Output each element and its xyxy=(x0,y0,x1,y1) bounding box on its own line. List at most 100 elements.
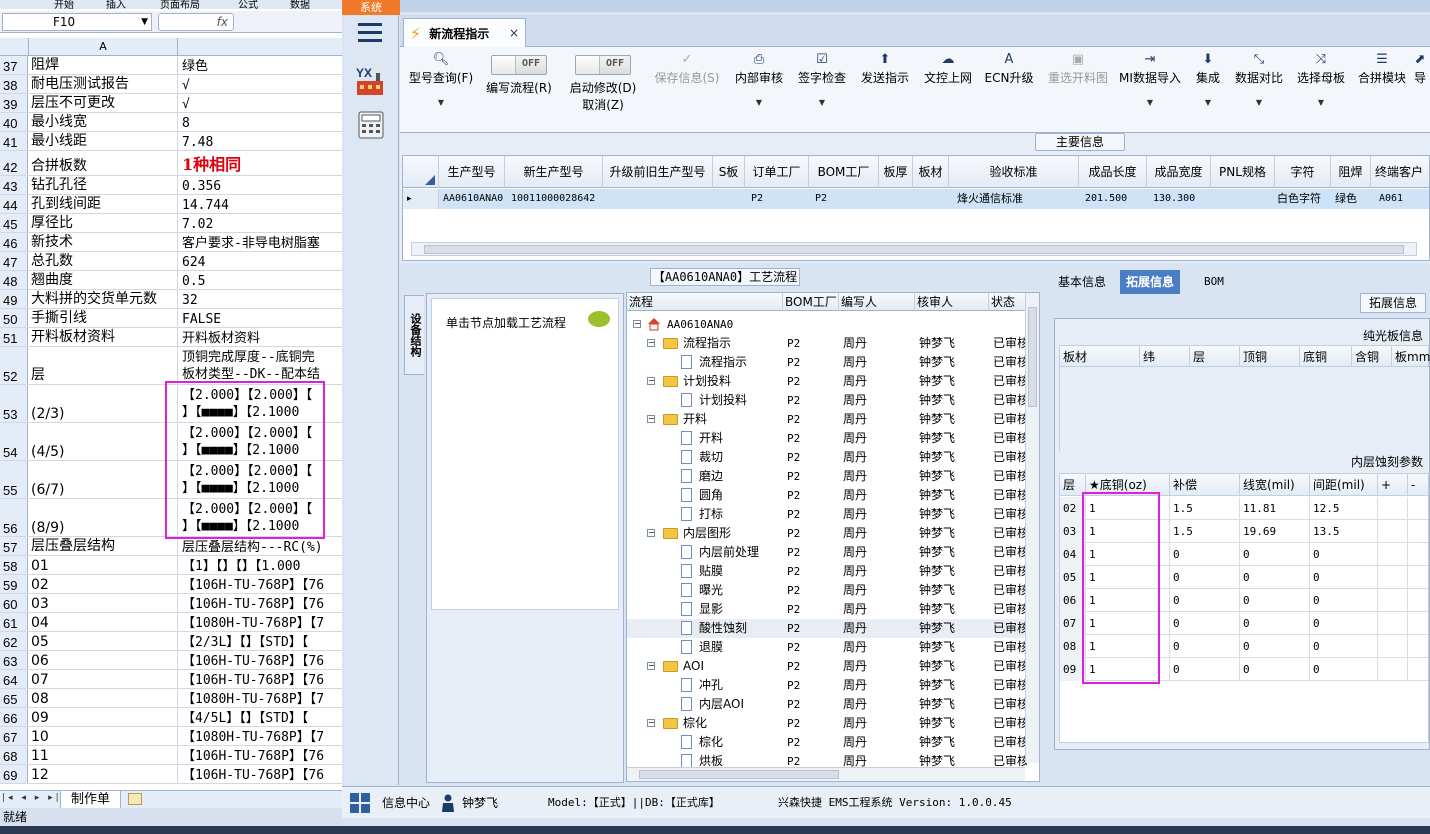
layer-cell[interactable]: 1.5 xyxy=(1170,497,1240,520)
yx-factory-icon[interactable]: YX xyxy=(354,65,386,97)
cell-a[interactable]: 耐电压测试报告 xyxy=(28,75,178,93)
col-reviewer[interactable]: 核审人 xyxy=(915,293,989,311)
col-prod-no[interactable]: 生产型号 xyxy=(439,156,505,188)
layer-cell[interactable] xyxy=(1378,612,1408,635)
calculator-icon[interactable] xyxy=(358,111,384,139)
tree-row[interactable]: 计划投料 P2 周丹 钟梦飞 已审核 xyxy=(627,391,1027,410)
col-top-copper[interactable]: 顶铜 xyxy=(1240,346,1300,368)
ribbon-tab-insert[interactable]: 插入 xyxy=(106,0,126,9)
sheet-nav-arrows[interactable]: |◂ ◂ ▸ ▸| xyxy=(2,793,62,803)
cell-b[interactable]: 绿色 xyxy=(179,56,342,74)
cell-a[interactable]: 11 xyxy=(28,746,178,764)
ribbon-tab-formula[interactable]: 公式 xyxy=(238,0,258,9)
ribbon-tab-layout[interactable]: 页面布局 xyxy=(160,0,200,9)
layer-cell[interactable]: 0 xyxy=(1310,658,1378,681)
row-number[interactable]: 69 xyxy=(0,765,28,783)
col-width[interactable]: 成品宽度 xyxy=(1147,156,1211,188)
layer-cell[interactable]: 0 xyxy=(1240,658,1310,681)
row-number[interactable]: 58 xyxy=(0,556,28,574)
row-number[interactable]: 41 xyxy=(0,132,28,150)
toggle-switch[interactable]: OFF xyxy=(491,55,547,75)
cell-b[interactable]: 【1080H-TU-768P】【7 xyxy=(179,689,342,707)
layer-cell[interactable] xyxy=(1408,566,1430,589)
row-number[interactable]: 59 xyxy=(0,575,28,593)
col-thickness[interactable]: 板厚 xyxy=(879,156,913,188)
vertical-scrollbar[interactable] xyxy=(1025,293,1039,763)
col-standard[interactable]: 验收标准 xyxy=(949,156,1079,188)
cell-b[interactable]: 0.356 xyxy=(179,176,342,194)
tree-row[interactable]: 内层前处理 P2 周丹 钟梦飞 已审核 xyxy=(627,543,1027,562)
cell-b[interactable]: 【2/3L】【】【STD】【 xyxy=(179,632,342,650)
row-number[interactable]: 47 xyxy=(0,252,28,270)
tree-row[interactable]: 开料 P2 周丹 钟梦飞 已审核 xyxy=(627,429,1027,448)
cell-material[interactable] xyxy=(913,189,949,209)
tree-row[interactable]: 曝光 P2 周丹 钟梦飞 已审核 xyxy=(627,581,1027,600)
new-sheet-icon[interactable] xyxy=(128,793,142,805)
row-number[interactable]: 51 xyxy=(0,328,28,346)
col-char[interactable]: 字符 xyxy=(1275,156,1331,188)
col-bom[interactable]: BOM工厂 xyxy=(783,293,839,311)
col-pnl[interactable]: PNL规格 xyxy=(1211,156,1275,188)
cell-b[interactable]: 7.02 xyxy=(179,214,342,232)
cell-bom-factory[interactable]: P2 xyxy=(813,189,879,209)
toggle-switch[interactable]: OFF xyxy=(575,55,631,75)
layer-cell[interactable]: 0 xyxy=(1170,589,1240,612)
row-number[interactable]: 49 xyxy=(0,290,28,308)
cell-prod-no[interactable]: AA0610ANA0 xyxy=(441,189,505,209)
tree-row[interactable]: 磨边 P2 周丹 钟梦飞 已审核 xyxy=(627,467,1027,486)
collapse-icon[interactable]: − xyxy=(647,719,655,727)
merge-module-button[interactable]: ☰ 合拼模块 xyxy=(1355,51,1409,86)
cell-b[interactable]: 0.5 xyxy=(179,271,342,289)
col-mask[interactable]: 阻焊 xyxy=(1331,156,1371,188)
cell-b[interactable]: 【106H-TU-768P】【76 xyxy=(179,670,342,688)
layer-cell[interactable] xyxy=(1378,566,1408,589)
cell-b[interactable]: 【106H-TU-768P】【76 xyxy=(179,594,342,612)
col-new-prod-no[interactable]: 新生产型号 xyxy=(505,156,603,188)
collapse-icon[interactable]: − xyxy=(647,339,655,347)
cell-b[interactable]: 【1080H-TU-768P】【7 xyxy=(179,727,342,745)
system-menu[interactable]: 系统 xyxy=(342,0,400,15)
layer-cell[interactable]: 0 xyxy=(1310,543,1378,566)
cell-a[interactable]: 阻焊 xyxy=(28,56,178,74)
layer-cell[interactable]: 13.5 xyxy=(1310,520,1378,543)
layer-cell[interactable]: 0 xyxy=(1170,635,1240,658)
col-material[interactable]: 板材 xyxy=(913,156,949,188)
cell-a[interactable]: 总孔数 xyxy=(28,252,178,270)
cell-new-prod-no[interactable]: 10011000028642 xyxy=(509,189,603,209)
row-selector[interactable]: ▸ xyxy=(403,189,439,209)
cell-b[interactable]: 8 xyxy=(179,113,342,131)
layer-cell[interactable]: 0 xyxy=(1240,543,1310,566)
insert-function-button[interactable]: fx xyxy=(158,13,234,31)
cell-b[interactable]: 【1】【】【】【1.000 xyxy=(179,556,342,574)
cell-pnl[interactable] xyxy=(1211,189,1275,209)
cell-a[interactable]: 厚径比 xyxy=(28,214,178,232)
layer-cell[interactable]: 0 xyxy=(1310,612,1378,635)
cell-a[interactable]: (2/3) xyxy=(28,385,178,422)
col-compensation[interactable]: 补偿 xyxy=(1170,474,1240,496)
layer-cell[interactable] xyxy=(1378,658,1408,681)
data-compare-button[interactable]: ⤡ 数据对比 ▼ xyxy=(1232,51,1286,107)
col-order-factory[interactable]: 订单工厂 xyxy=(745,156,809,188)
tree-row[interactable]: 打标 P2 周丹 钟梦飞 已审核 xyxy=(627,505,1027,524)
reselect-cut-button[interactable]: ▣ 重选开料图 xyxy=(1042,51,1114,86)
layer-cell[interactable] xyxy=(1408,589,1430,612)
cell-b[interactable]: 32 xyxy=(179,290,342,308)
layer-cell[interactable]: 0 xyxy=(1170,543,1240,566)
col-weft[interactable]: 纬 xyxy=(1140,346,1190,368)
layer-cell[interactable]: 0 xyxy=(1240,589,1310,612)
tree-row[interactable]: 显影 P2 周丹 钟梦飞 已审核 xyxy=(627,600,1027,619)
layer-cell[interactable]: 0 xyxy=(1240,566,1310,589)
layer-cell[interactable] xyxy=(1408,612,1430,635)
col-spacing[interactable]: 间距(mil) xyxy=(1310,474,1378,496)
row-number[interactable]: 46 xyxy=(0,233,28,251)
cell-standard[interactable]: 烽火通信标准 xyxy=(955,189,1079,209)
tree-row[interactable]: − 棕化 P2 周丹 钟梦飞 已审核 xyxy=(627,714,1027,733)
layer-cell[interactable]: 0 xyxy=(1310,566,1378,589)
row-number[interactable]: 40 xyxy=(0,113,28,131)
col-s-board[interactable]: S板 xyxy=(713,156,745,188)
cell-a[interactable]: 翘曲度 xyxy=(28,271,178,289)
cell-b[interactable]: √ xyxy=(179,94,342,112)
cell-old-prod-no[interactable] xyxy=(603,189,713,209)
cell-a[interactable]: 04 xyxy=(28,613,178,631)
tree-row[interactable]: − 开料 P2 周丹 钟梦飞 已审核 xyxy=(627,410,1027,429)
